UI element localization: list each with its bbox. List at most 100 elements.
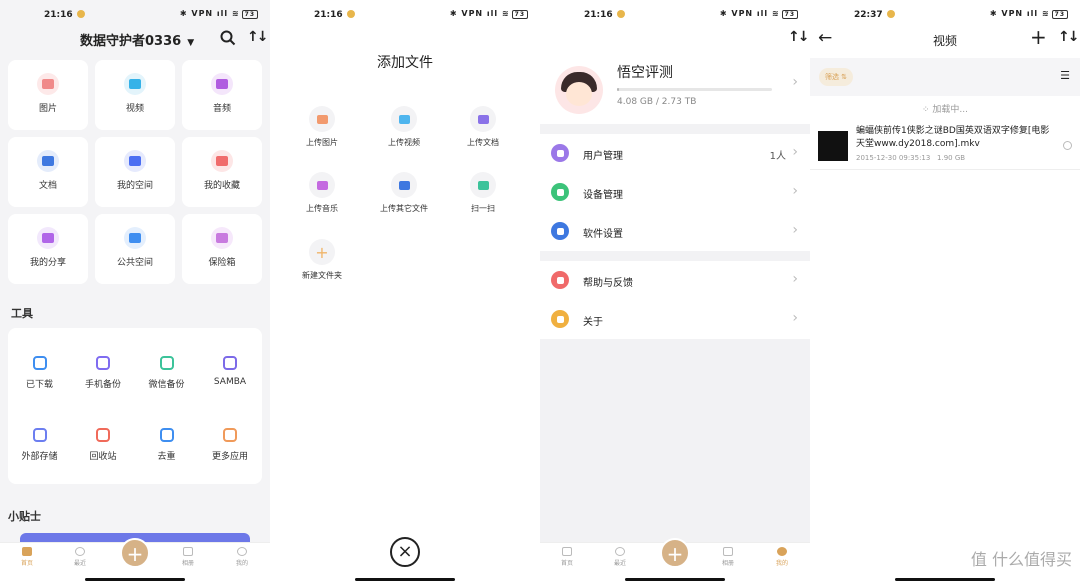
header: ← 视频 + ↑↓ <box>810 25 1080 54</box>
tool-7[interactable]: 更多应用 <box>199 428 262 462</box>
category-icon <box>124 227 146 249</box>
tab-recent[interactable]: 最近 <box>60 547 100 567</box>
close-button[interactable]: × <box>390 537 420 567</box>
category-5[interactable]: 我的收藏 <box>182 137 262 207</box>
sort-icon[interactable]: ↑↓ <box>1058 29 1080 45</box>
add-option-label: 上传文档 <box>467 138 499 147</box>
account-switcher[interactable]: 数据守护者0336 ▼ <box>80 30 194 49</box>
tool-2[interactable]: 微信备份 <box>135 356 198 390</box>
category-1[interactable]: 视频 <box>95 60 175 130</box>
tab-mine[interactable]: 我的 <box>222 547 262 567</box>
tab-recent[interactable]: 最近 <box>600 547 640 567</box>
tab-home[interactable]: 首页 <box>7 547 47 567</box>
add-option-label: 新建文件夹 <box>302 271 342 280</box>
tool-label: 回收站 <box>89 452 117 462</box>
profile-card[interactable]: 悟空评测 4.08 GB / 2.73 TB › <box>540 44 810 124</box>
tool-label: 手机备份 <box>84 380 121 390</box>
tool-5[interactable]: 回收站 <box>72 428 135 462</box>
tool-label: 去重 <box>157 452 176 462</box>
tool-label: 更多应用 <box>211 452 248 462</box>
home-screen: 21:16 ✱ VPN ıll ≋ 73 数据守护者0336 ▼ ↑↓ 图片 视频 音频… <box>0 0 270 586</box>
tool-0[interactable]: 已下载 <box>8 356 71 390</box>
add-file-screen: 21:16 ✱ VPN ıll ≋ 73 添加文件 上传图片 上传视频 上传文档 上传音… <box>270 0 540 586</box>
watermark: 值 什么值得买 <box>970 550 1072 569</box>
loading-indicator: ⁘ 加载中... <box>922 105 968 115</box>
add-option-6[interactable]: + 新建文件夹 <box>282 239 362 281</box>
menu-item-label: 软件设置 <box>583 229 623 240</box>
select-radio[interactable] <box>1063 141 1072 150</box>
tool-label: SAMBA <box>213 377 247 387</box>
add-option-4[interactable]: 上传其它文件 <box>364 172 444 214</box>
tool-icon <box>96 428 110 442</box>
album-icon <box>723 547 733 556</box>
status-time: 21:16 <box>314 10 355 20</box>
tools-heading: 工具 <box>11 307 33 320</box>
menu-item-value: 1人 <box>769 151 786 162</box>
chevron-right-icon: › <box>792 144 798 160</box>
clock-icon <box>615 547 625 556</box>
tips-heading: 小贴士 <box>8 510 41 523</box>
tab-home[interactable]: 首页 <box>547 547 587 567</box>
tab-album[interactable]: 相册 <box>168 547 208 567</box>
profile-screen: 21:16 ✱ VPN ıll ≋ 73 ↑↓ 悟空评测 4.08 GB / 2.… <box>540 0 810 586</box>
menu-item-4[interactable]: 关于 › <box>540 300 810 339</box>
category-label: 我的收藏 <box>203 181 240 191</box>
add-option-icon <box>470 172 496 198</box>
category-icon <box>124 150 146 172</box>
add-option-2[interactable]: 上传文档 <box>443 106 523 148</box>
menu-item-0[interactable]: 用户管理 1人 › <box>540 134 810 173</box>
category-8[interactable]: 保险箱 <box>182 214 262 284</box>
sort-icon[interactable]: ↑↓ <box>247 29 269 45</box>
avatar[interactable] <box>555 66 603 114</box>
tab-mine[interactable]: 我的 <box>762 547 802 567</box>
category-2[interactable]: 音频 <box>182 60 262 130</box>
tool-3[interactable]: SAMBA <box>199 356 262 387</box>
category-label: 保险箱 <box>208 258 236 268</box>
category-icon <box>37 150 59 172</box>
filter-button[interactable]: 筛选 ⇅ <box>819 68 853 86</box>
menu-item-3[interactable]: 帮助与反馈 › <box>540 261 810 300</box>
album-icon <box>183 547 193 556</box>
chevron-right-icon: › <box>792 183 798 199</box>
sort-icon[interactable]: ↑↓ <box>788 29 810 45</box>
tools-panel: 已下载 手机备份 微信备份 SAMBA 外部存储 回收站 去重 更多应用 <box>8 328 262 484</box>
status-bar: 21:16 ✱ VPN ıll ≋ 73 <box>540 0 810 44</box>
file-row[interactable]: 蝙蝠侠前传1侠影之谜BD国英双语双字修复[电影天堂www.dy2018.com]… <box>810 120 1080 170</box>
add-fab-button[interactable]: + <box>120 538 150 568</box>
add-option-1[interactable]: 上传视频 <box>364 106 444 148</box>
add-option-label: 上传音乐 <box>306 204 338 213</box>
category-3[interactable]: 文档 <box>8 137 88 207</box>
tool-label: 微信备份 <box>148 380 185 390</box>
add-option-3[interactable]: 上传音乐 <box>282 172 362 214</box>
category-label: 我的分享 <box>29 258 66 268</box>
tool-1[interactable]: 手机备份 <box>72 356 135 390</box>
category-0[interactable]: 图片 <box>8 60 88 130</box>
category-6[interactable]: 我的分享 <box>8 214 88 284</box>
tool-6[interactable]: 去重 <box>135 428 198 462</box>
category-4[interactable]: 我的空间 <box>95 137 175 207</box>
tab-album[interactable]: 相册 <box>708 547 748 567</box>
tool-4[interactable]: 外部存储 <box>8 428 71 462</box>
status-icons: ✱ VPN ıll ≋ 73 <box>990 9 1068 19</box>
search-icon[interactable] <box>220 30 236 46</box>
add-option-icon: + <box>309 239 335 265</box>
status-bar: 21:16 ✱ VPN ıll ≋ 73 <box>0 0 270 30</box>
storage-progress <box>617 88 772 91</box>
menu-item-label: 用户管理 <box>583 151 623 162</box>
menu-item-icon <box>551 310 569 328</box>
add-fab-button[interactable]: + <box>660 538 690 568</box>
add-option-icon <box>309 172 335 198</box>
category-icon <box>124 73 146 95</box>
category-7[interactable]: 公共空间 <box>95 214 175 284</box>
add-icon[interactable]: + <box>1030 25 1047 49</box>
home-indicator <box>355 578 455 581</box>
file-name: 蝙蝠侠前传1侠影之谜BD国英双语双字修复[电影天堂www.dy2018.com]… <box>856 126 1050 149</box>
menu-group-2: 帮助与反馈 › 关于 › <box>540 261 810 339</box>
add-option-5[interactable]: 扫一扫 <box>443 172 523 214</box>
add-option-0[interactable]: 上传图片 <box>282 106 362 148</box>
list-view-icon[interactable]: ☰ <box>1060 69 1070 82</box>
menu-item-2[interactable]: 软件设置 › <box>540 212 810 251</box>
status-icons: ✱ VPN ıll ≋ 73 <box>720 9 798 19</box>
menu-item-1[interactable]: 设备管理 › <box>540 173 810 212</box>
status-icons: ✱ VPN ıll ≋ 73 <box>450 9 528 19</box>
